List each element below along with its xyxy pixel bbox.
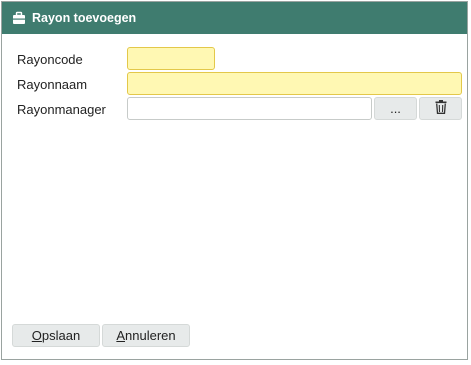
briefcase-icon bbox=[12, 11, 26, 25]
rayoncode-input[interactable] bbox=[127, 47, 215, 70]
dialog-title: Rayon toevoegen bbox=[32, 11, 137, 25]
save-accel: O bbox=[31, 328, 42, 343]
clear-manager-button[interactable] bbox=[419, 97, 462, 120]
cancel-label: nnuleren bbox=[125, 328, 176, 343]
cancel-accel: A bbox=[116, 328, 126, 343]
save-label: pslaan bbox=[41, 328, 81, 343]
trash-icon bbox=[435, 100, 447, 117]
browse-manager-button[interactable]: ... bbox=[374, 97, 417, 120]
rayonnaam-label: Rayonnaam bbox=[17, 77, 88, 92]
cancel-button[interactable]: Annuleren bbox=[102, 324, 190, 347]
rayonmanager-input[interactable] bbox=[127, 97, 372, 120]
dialog-titlebar: Rayon toevoegen bbox=[2, 2, 467, 34]
rayonnaam-input[interactable] bbox=[127, 72, 462, 95]
rayonmanager-label: Rayonmanager bbox=[17, 102, 106, 117]
browse-label: ... bbox=[390, 101, 401, 116]
rayoncode-label: Rayoncode bbox=[17, 52, 83, 67]
rayon-dialog: Rayon toevoegen Rayoncode Rayonnaam Rayo… bbox=[1, 1, 468, 360]
save-button[interactable]: Opslaan bbox=[12, 324, 100, 347]
